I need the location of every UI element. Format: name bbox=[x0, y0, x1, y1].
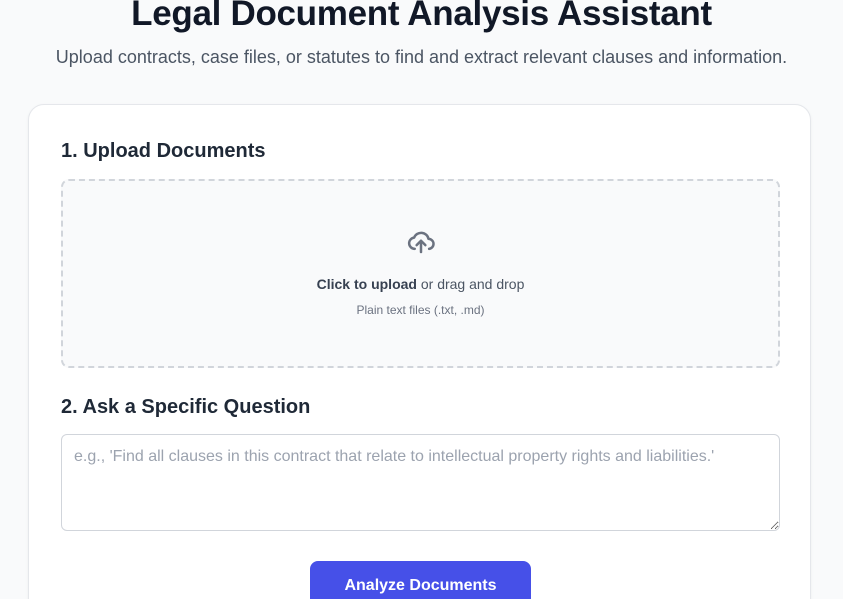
cloud-upload-icon bbox=[407, 231, 435, 254]
click-to-upload-link[interactable]: Click to upload bbox=[317, 276, 417, 292]
page-subtitle: Upload contracts, case files, or statute… bbox=[55, 47, 788, 67]
upload-instructions: Click to upload or drag and drop bbox=[63, 276, 778, 292]
upload-section-heading: 1. Upload Documents bbox=[61, 140, 266, 162]
question-input[interactable] bbox=[61, 434, 780, 531]
file-type-hint: Plain text files (.txt, .md) bbox=[356, 303, 485, 317]
page-title: Legal Document Analysis Assistant bbox=[131, 0, 712, 33]
upload-dropzone[interactable]: Click to upload or drag and drop Plain t… bbox=[61, 179, 780, 368]
analyze-documents-button[interactable]: Analyze Documents bbox=[310, 561, 531, 599]
drag-drop-text: or drag and drop bbox=[416, 276, 525, 292]
question-section-heading: 2. Ask a Specific Question bbox=[61, 396, 311, 418]
page: Legal Document Analysis Assistant Upload… bbox=[0, 0, 843, 599]
analysis-card: 1. Upload Documents Click to upload or d… bbox=[28, 104, 811, 599]
